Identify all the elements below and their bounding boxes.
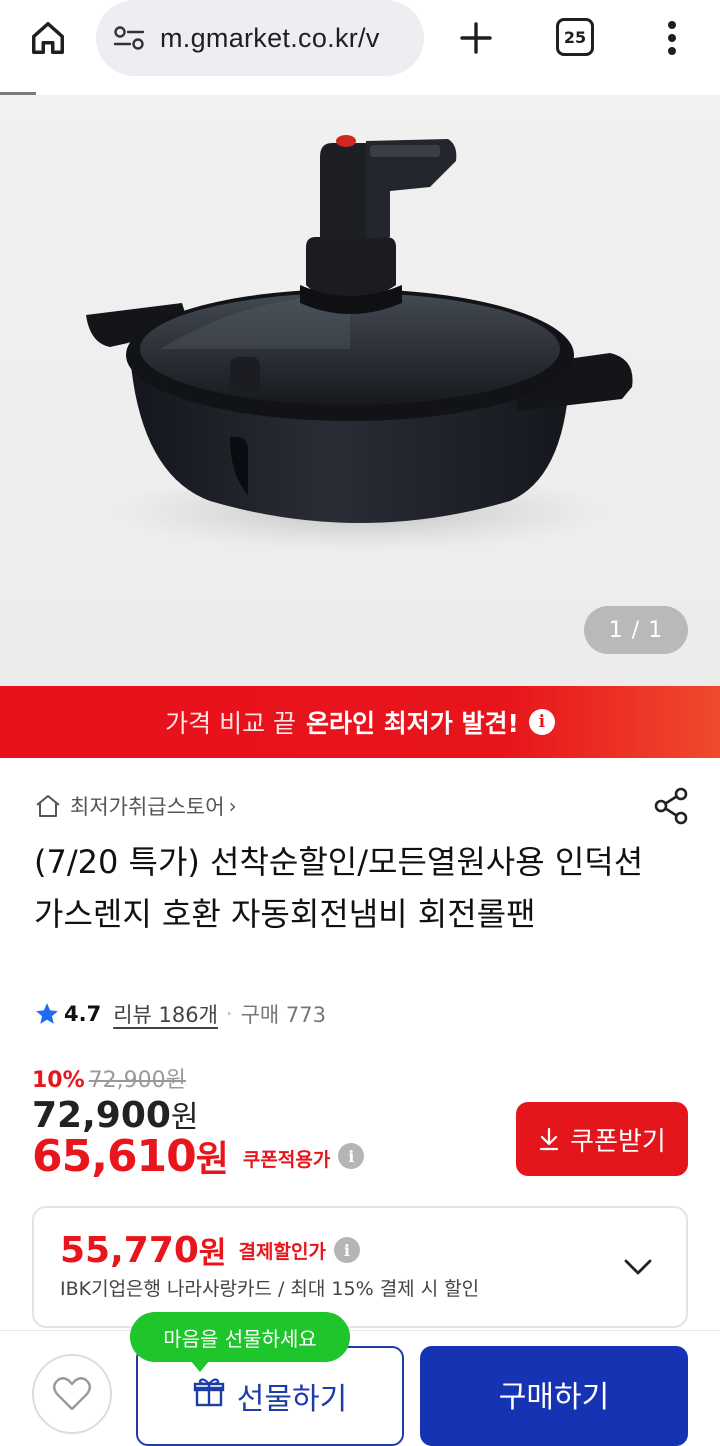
product-title: (7/20 특가) 선착순할인/모든열원사용 인덕션 가스렌지 호환 자동회전냄… (34, 843, 644, 933)
chevron-right-icon: › (228, 794, 237, 818)
discount-rate: 10% (32, 1068, 85, 1093)
browser-toolbar: m.gmarket.co.kr/v 25 (0, 0, 720, 92)
list-price-strike: 72,900원 (88, 1068, 186, 1093)
more-vert-icon[interactable] (656, 14, 688, 62)
heart-icon (53, 1377, 91, 1411)
payment-price-currency: 원 (198, 1236, 227, 1271)
payment-price: 55,770 원 결제할인가 i (60, 1228, 360, 1272)
get-coupon-button[interactable]: 쿠폰받기 (516, 1102, 688, 1176)
coupon-price: 65,610 원 쿠폰적용가 i (32, 1130, 365, 1182)
star-icon (36, 1003, 58, 1024)
payment-discount-box[interactable]: 55,770 원 결제할인가 i IBK기업은행 나라사랑카드 / 최대 15% … (32, 1206, 688, 1328)
tabs-icon[interactable]: 25 (556, 18, 594, 56)
tab-count: 25 (563, 27, 587, 47)
gift-tooltip: 마음을 선물하세요 (130, 1312, 350, 1372)
share-icon[interactable] (652, 786, 692, 826)
payment-description: IBK기업은행 나라사랑카드 / 최대 15% 결제 시 할인 (60, 1278, 480, 1300)
separator-dot: · (225, 1002, 233, 1026)
buy-button[interactable]: 구매하기 (420, 1346, 688, 1446)
info-icon[interactable]: i (338, 1143, 365, 1169)
tune-icon[interactable] (112, 23, 146, 53)
bottom-bar-divider (0, 1330, 720, 1331)
get-coupon-label: 쿠폰받기 (570, 1126, 666, 1157)
payment-price-value: 55,770 (60, 1229, 199, 1271)
buy-label: 구매하기 (498, 1380, 610, 1415)
home-button[interactable] (24, 16, 72, 60)
store-home-icon (34, 793, 62, 819)
coupon-price-value: 65,610 (32, 1130, 197, 1182)
wishlist-button[interactable] (32, 1354, 112, 1434)
home-icon (32, 22, 64, 54)
product-image-gallery[interactable]: 1 / 1 (0, 95, 720, 686)
gift-icon (193, 1376, 225, 1408)
banner-light-text: 가격 비교 끝 (165, 709, 297, 738)
rating-score: 4.7 (64, 1002, 102, 1026)
url-text: m.gmarket.co.kr/v (160, 22, 380, 53)
product-image (86, 135, 633, 551)
lowest-price-banner[interactable]: 가격 비교 끝 온라인 최저가 발견! i (0, 686, 720, 758)
image-counter: 1 / 1 (584, 606, 688, 654)
payment-price-tag: 결제할인가 (238, 1240, 326, 1263)
coupon-price-tag: 쿠폰적용가 (242, 1148, 331, 1171)
banner-strong-text: 온라인 최저가 발견! (306, 709, 519, 738)
discount-row: 10% 72,900원 (32, 1062, 186, 1094)
info-icon[interactable]: i (333, 1237, 360, 1263)
plus-icon (460, 22, 492, 54)
store-link[interactable]: 최저가취급스토어 › (34, 788, 237, 824)
download-icon (538, 1127, 560, 1151)
purchase-count: 구매 773 (240, 1003, 327, 1027)
info-icon[interactable]: i (528, 709, 555, 735)
review-link[interactable]: 리뷰 186개 (113, 999, 218, 1029)
store-name: 최저가취급스토어 (70, 795, 225, 819)
gift-label: 선물하기 (236, 1382, 348, 1417)
new-tab-button[interactable] (452, 14, 500, 62)
rating-row: 4.7 리뷰 186개 · 구매 773 (34, 996, 326, 1032)
url-bar[interactable]: m.gmarket.co.kr/v (96, 0, 424, 76)
chevron-down-icon[interactable] (620, 1252, 656, 1282)
coupon-price-currency: 원 (195, 1139, 229, 1180)
